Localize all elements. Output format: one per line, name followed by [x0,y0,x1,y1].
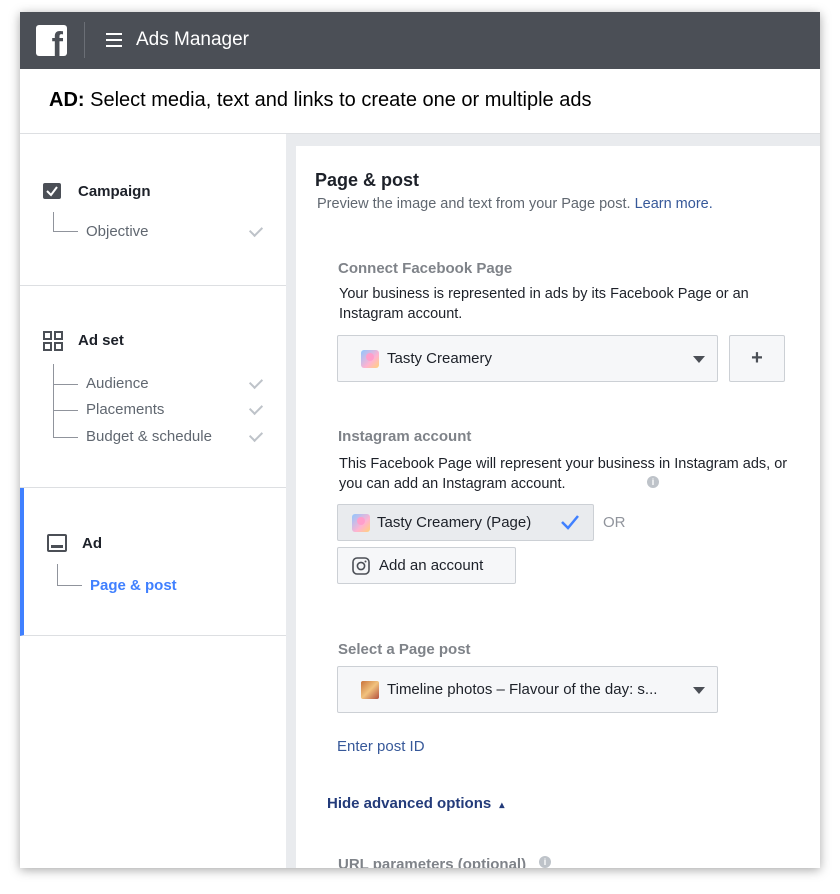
sidebar: Campaign Objective Ad set Audience Place… [20,134,286,868]
instagram-page-option-label: Tasty Creamery (Page) [377,514,532,531]
ad-header: AD: Select media, text and links to crea… [20,69,820,134]
instagram-icon [352,557,370,575]
info-icon[interactable]: i [539,856,551,868]
facebook-page-select[interactable]: Tasty Creamery [337,335,718,382]
info-icon[interactable]: i [647,476,659,488]
top-bar: f Ads Manager [20,12,820,69]
learn-more-link[interactable]: Learn more. [635,196,713,212]
selected-page: Tasty Creamery [387,350,493,367]
tree-line [53,410,78,411]
check-icon [248,222,264,238]
sidebar-item-objective[interactable]: Objective [86,223,149,240]
sidebar-item-placements[interactable]: Placements [86,401,164,418]
sidebar-item-budget-schedule[interactable]: Budget & schedule [86,428,212,445]
instagram-description: This Facebook Page will represent your b… [339,456,788,492]
selected-post: Timeline photos – Flavour of the day: s.… [387,681,658,698]
ad-preview-icon [47,534,67,552]
sidebar-section-ad[interactable]: Ad Page & post [20,488,286,636]
select-page-post-label: Select a Page post [338,641,471,658]
tree-line [53,437,78,438]
instagram-page-option[interactable]: Tasty Creamery (Page) [337,504,594,541]
enter-post-id-link[interactable]: Enter post ID [337,738,425,755]
page-avatar-icon [352,514,370,532]
section-title-campaign: Campaign [78,183,151,200]
chevron-up-icon: ▴ [499,800,505,811]
section-title-ad: Ad [82,535,102,552]
instagram-account-label: Instagram account [338,428,472,445]
sidebar-section-campaign[interactable]: Campaign Objective [20,134,286,286]
page-post-select[interactable]: Timeline photos – Flavour of the day: s.… [337,666,718,713]
post-thumbnail-icon [361,681,379,699]
tree-line [53,212,54,231]
url-parameters-label: URL parameters (optional) [338,856,527,868]
page-title: Page & post [315,170,420,190]
checkmark-icon [561,515,579,530]
or-separator: OR [603,514,626,531]
chevron-down-icon [693,687,705,694]
check-icon [248,400,264,416]
sidebar-section-adset[interactable]: Ad set Audience Placements Budget & sche… [20,286,286,488]
tree-line [57,564,58,585]
hamburger-menu-icon[interactable] [106,33,122,47]
add-account-label: Add an account [379,557,484,574]
page-description: Preview the image and text from your Pag… [317,196,713,212]
check-icon [248,374,264,390]
add-page-button[interactable]: + [729,335,785,382]
facebook-logo-icon[interactable]: f [36,25,67,56]
section-title-adset: Ad set [78,332,124,349]
app-title: Ads Manager [136,29,250,50]
connect-page-description: Your business is represented in ads by i… [339,286,749,322]
sidebar-item-audience[interactable]: Audience [86,375,149,392]
tree-line [53,384,78,385]
tree-line [57,585,82,586]
chevron-down-icon [693,356,705,363]
tree-line [53,231,78,232]
check-icon [248,427,264,443]
topbar-divider [84,22,85,58]
ads-manager-window: f Ads Manager AD: Select media, text and… [20,12,820,868]
ad-header-text: AD: Select media, text and links to crea… [49,89,592,111]
checkbox-icon [43,183,61,199]
hide-advanced-options-toggle[interactable]: Hide advanced options ▴ [327,795,504,812]
grid-icon [43,331,63,351]
tree-line [53,364,54,438]
sidebar-item-page-post[interactable]: Page & post [90,577,177,594]
connect-page-label: Connect Facebook Page [338,260,513,277]
add-instagram-account-button[interactable]: Add an account [337,547,516,584]
main-panel: Page & post Preview the image and text f… [296,146,820,868]
page-avatar-icon [361,350,379,368]
